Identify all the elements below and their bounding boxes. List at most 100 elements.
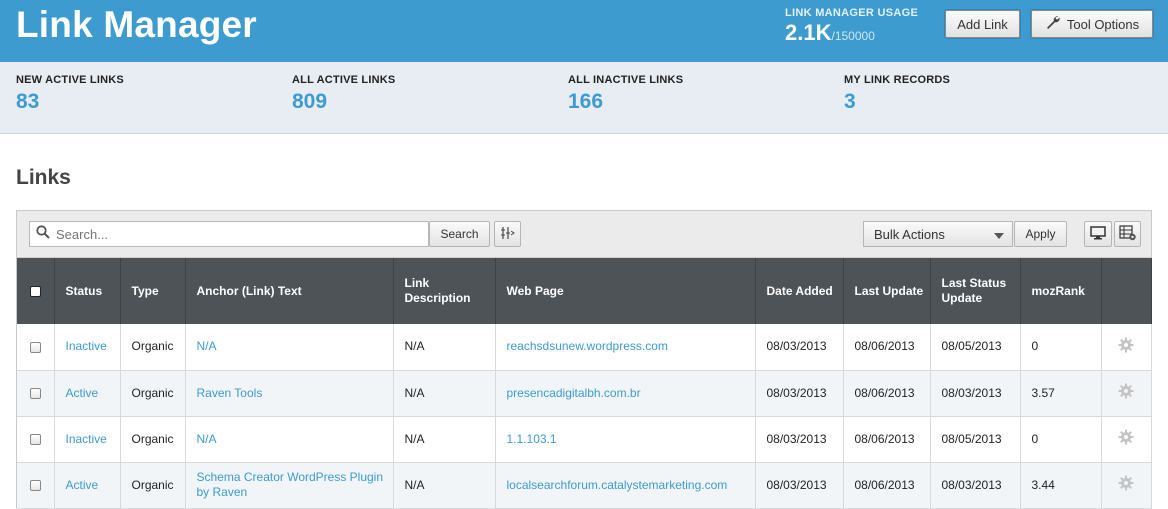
section-title: Links [16,166,71,189]
stat-all-inactive-links[interactable]: ALL INACTIVE LINKS 166 [568,74,683,114]
gear-icon[interactable] [1118,475,1134,494]
row-checkbox[interactable] [29,387,41,399]
row-checkbox[interactable] [29,479,41,491]
links-panel: Search Bulk Actions Apply [16,210,1152,509]
search-field[interactable] [29,221,429,247]
last-status-update-cell: 08/05/2013 [930,324,1021,371]
type-cell: Organic [120,324,186,371]
web-page-link[interactable]: localsearchforum.catalystemarketing.com [495,462,756,509]
mozrank-cell: 0 [1020,324,1102,371]
stat-new-active-links[interactable]: NEW ACTIVE LINKS 83 [16,74,124,114]
web-page-link[interactable]: reachsdsunew.wordpress.com [495,324,756,371]
stat-value: 3 [844,90,856,113]
links-table: Status Type Anchor (Link) Text Link Desc… [17,258,1152,509]
select-all-checkbox[interactable] [29,285,41,297]
status-link[interactable]: Active [54,370,121,417]
column-header-type[interactable]: Type [120,258,186,324]
table-header-row: Status Type Anchor (Link) Text Link Desc… [17,258,1152,324]
last-update-cell: 08/06/2013 [843,370,931,417]
row-actions-cell [1101,324,1152,371]
add-link-button[interactable]: Add Link [945,10,1020,38]
description-cell: N/A [393,416,496,463]
tool-options-button[interactable]: Tool Options [1031,10,1153,38]
column-header-status[interactable]: Status [54,258,121,324]
row-select-cell [17,370,55,417]
description-cell: N/A [393,370,496,417]
apply-button[interactable]: Apply [1014,221,1067,247]
usage-limit: /150000 [831,29,875,43]
last-update-cell: 08/06/2013 [843,324,931,371]
mozrank-cell: 3.57 [1020,370,1102,417]
anchor-text-link[interactable]: N/A [185,324,394,371]
anchor-text-link[interactable]: Schema Creator WordPress Plugin by Raven [185,462,394,509]
date-added-cell: 08/03/2013 [755,370,844,417]
stat-label: NEW ACTIVE LINKS [16,74,124,86]
bulk-actions-select[interactable]: Bulk Actions [863,221,1013,247]
select-all-cell [17,258,55,324]
wrench-icon [1045,15,1061,34]
web-page-link[interactable]: 1.1.103.1 [495,416,756,463]
column-header-actions [1101,258,1152,324]
last-status-update-cell: 08/03/2013 [930,462,1021,509]
anchor-text-link[interactable]: Raven Tools [185,370,394,417]
type-cell: Organic [120,416,186,463]
table-row: Inactive Organic N/A N/A reachsdsunew.wo… [17,324,1152,371]
column-header-link-description[interactable]: Link Description [393,258,496,324]
date-added-cell: 08/03/2013 [755,416,844,463]
type-cell: Organic [120,370,186,417]
stat-label: ALL INACTIVE LINKS [568,74,684,86]
table-row: Inactive Organic N/A N/A 1.1.103.1 08/03… [17,416,1152,463]
status-link[interactable]: Active [54,462,121,509]
stat-value: 809 [292,90,328,113]
row-select-cell [17,416,55,463]
date-added-cell: 08/03/2013 [755,462,844,509]
table-toolbar: Search Bulk Actions Apply [17,211,1151,258]
columns-button[interactable] [494,221,521,247]
stats-bar: NEW ACTIVE LINKS 83 ALL ACTIVE LINKS 809… [0,62,1168,134]
gear-icon[interactable] [1118,337,1134,356]
row-checkbox[interactable] [29,341,41,353]
monitor-icon [1090,225,1106,243]
column-header-last-status-update[interactable]: Last Status Update [930,258,1021,324]
gear-icon[interactable] [1118,383,1134,402]
column-header-mozrank[interactable]: mozRank [1020,258,1102,324]
status-link[interactable]: Inactive [54,416,121,463]
column-header-last-update[interactable]: Last Update [843,258,931,324]
row-select-cell [17,462,55,509]
anchor-text-link[interactable]: N/A [185,416,394,463]
app-title: Link Manager [16,4,257,45]
stat-all-active-links[interactable]: ALL ACTIVE LINKS 809 [292,74,395,114]
table-settings-button[interactable] [1114,221,1141,247]
stat-my-link-records[interactable]: MY LINK RECORDS 3 [844,74,950,114]
web-page-link[interactable]: presencadigitalbh.com.br [495,370,756,417]
stat-label: MY LINK RECORDS [844,74,951,86]
search-icon [36,224,50,244]
mozrank-cell: 3.44 [1020,462,1102,509]
last-status-update-cell: 08/03/2013 [930,370,1021,417]
last-update-cell: 08/06/2013 [843,462,931,509]
app-header: Link Manager LINK MANAGER USAGE 2.1K/150… [0,0,1168,62]
columns-icon [500,225,516,244]
column-header-web-page[interactable]: Web Page [495,258,756,324]
usage-value: 2.1K [785,20,832,45]
column-header-date-added[interactable]: Date Added [755,258,844,324]
table-row: Active Organic Schema Creator WordPress … [17,462,1152,509]
status-link[interactable]: Inactive [54,324,121,371]
mozrank-cell: 0 [1020,416,1102,463]
table-row: Active Organic Raven Tools N/A presencad… [17,370,1152,417]
row-checkbox[interactable] [29,433,41,445]
row-select-cell [17,324,55,371]
search-button[interactable]: Search [429,221,490,247]
row-actions-cell [1101,462,1152,509]
chevron-down-icon [994,227,1004,242]
gear-icon[interactable] [1118,429,1134,448]
last-status-update-cell: 08/05/2013 [930,416,1021,463]
type-cell: Organic [120,462,186,509]
display-button[interactable] [1084,221,1112,247]
last-update-cell: 08/06/2013 [843,416,931,463]
column-header-anchor-text[interactable]: Anchor (Link) Text [185,258,394,324]
row-actions-cell [1101,416,1152,463]
tool-options-label: Tool Options [1066,16,1140,32]
usage-meter: LINK MANAGER USAGE 2.1K/150000 [785,7,918,46]
search-input[interactable] [56,226,416,242]
